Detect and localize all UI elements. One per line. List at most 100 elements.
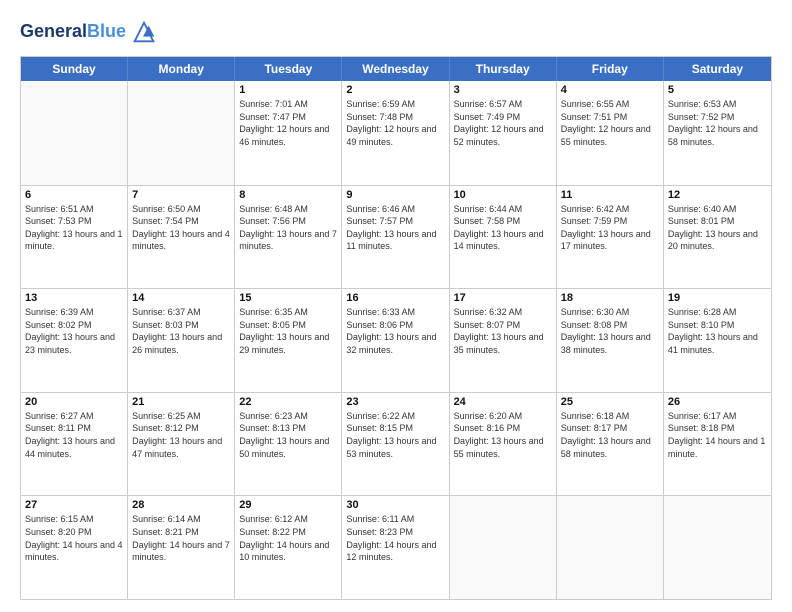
day-info: Sunrise: 6:37 AMSunset: 8:03 PMDaylight:… bbox=[132, 306, 230, 356]
calendar-cell bbox=[664, 496, 771, 599]
calendar-cell: 7 Sunrise: 6:50 AMSunset: 7:54 PMDaylight… bbox=[128, 186, 235, 289]
calendar-cell: 18 Sunrise: 6:30 AMSunset: 8:08 PMDayligh… bbox=[557, 289, 664, 392]
logo-text: GeneralBlue bbox=[20, 22, 126, 42]
day-number: 20 bbox=[25, 396, 123, 408]
calendar-cell: 8Sunrise: 6:48 AMSunset: 7:56 PMDaylight… bbox=[235, 186, 342, 289]
calendar-cell: 2 Sunrise: 6:59 AMSunset: 7:48 PMDaylight… bbox=[342, 81, 449, 185]
day-number: 16 bbox=[346, 292, 444, 304]
calendar-cell: 5 Sunrise: 6:53 AMSunset: 7:52 PMDaylight… bbox=[664, 81, 771, 185]
calendar: SundayMondayTuesdayWednesdayThursdayFrid… bbox=[20, 56, 772, 600]
day-info: Sunrise: 6:14 AMSunset: 8:21 PMDaylight:… bbox=[132, 513, 230, 563]
weekday-header: Sunday bbox=[21, 57, 128, 81]
day-number: 25 bbox=[561, 396, 659, 408]
day-info: Sunrise: 6:25 AMSunset: 8:12 PMDaylight:… bbox=[132, 410, 230, 460]
day-info: Sunrise: 6:53 AMSunset: 7:52 PMDaylight:… bbox=[668, 98, 767, 148]
day-info: Sunrise: 7:01 AMSunset: 7:47 PMDaylight:… bbox=[239, 98, 337, 148]
logo: GeneralBlue bbox=[20, 18, 158, 46]
calendar-row: 13 Sunrise: 6:39 AMSunset: 8:02 PMDayligh… bbox=[21, 288, 771, 392]
day-number: 15 bbox=[239, 292, 337, 304]
calendar-header: SundayMondayTuesdayWednesdayThursdayFrid… bbox=[21, 57, 771, 81]
day-number: 24 bbox=[454, 396, 552, 408]
calendar-cell: 6 Sunrise: 6:51 AMSunset: 7:53 PMDaylight… bbox=[21, 186, 128, 289]
calendar-cell bbox=[128, 81, 235, 185]
day-info: Sunrise: 6:33 AMSunset: 8:06 PMDaylight:… bbox=[346, 306, 444, 356]
calendar-cell: 24 Sunrise: 6:20 AMSunset: 8:16 PMDayligh… bbox=[450, 393, 557, 496]
day-info: Sunrise: 6:48 AMSunset: 7:56 PMDaylight:… bbox=[239, 203, 337, 253]
weekday-header: Friday bbox=[557, 57, 664, 81]
day-number: 3 bbox=[454, 84, 552, 96]
weekday-header: Monday bbox=[128, 57, 235, 81]
day-number: 7 bbox=[132, 189, 230, 201]
calendar-cell: 26 Sunrise: 6:17 AMSunset: 8:18 PMDayligh… bbox=[664, 393, 771, 496]
calendar-cell: 4Sunrise: 6:55 AMSunset: 7:51 PMDaylight… bbox=[557, 81, 664, 185]
day-info: Sunrise: 6:59 AMSunset: 7:48 PMDaylight:… bbox=[346, 98, 444, 148]
day-number: 23 bbox=[346, 396, 444, 408]
day-info: Sunrise: 6:11 AMSunset: 8:23 PMDaylight:… bbox=[346, 513, 444, 563]
day-number: 19 bbox=[668, 292, 767, 304]
calendar-body: 1 Sunrise: 7:01 AMSunset: 7:47 PMDaylight… bbox=[21, 81, 771, 599]
calendar-cell bbox=[21, 81, 128, 185]
calendar-cell: 23 Sunrise: 6:22 AMSunset: 8:15 PMDayligh… bbox=[342, 393, 449, 496]
day-number: 11 bbox=[561, 189, 659, 201]
day-number: 12 bbox=[668, 189, 767, 201]
day-number: 1 bbox=[239, 84, 337, 96]
day-number: 28 bbox=[132, 499, 230, 511]
day-info: Sunrise: 6:32 AMSunset: 8:07 PMDaylight:… bbox=[454, 306, 552, 356]
calendar-cell: 17Sunrise: 6:32 AMSunset: 8:07 PMDayligh… bbox=[450, 289, 557, 392]
day-number: 30 bbox=[346, 499, 444, 511]
day-number: 10 bbox=[454, 189, 552, 201]
day-info: Sunrise: 6:40 AMSunset: 8:01 PMDaylight:… bbox=[668, 203, 767, 253]
day-info: Sunrise: 6:42 AMSunset: 7:59 PMDaylight:… bbox=[561, 203, 659, 253]
day-info: Sunrise: 6:35 AMSunset: 8:05 PMDaylight:… bbox=[239, 306, 337, 356]
calendar-cell: 21 Sunrise: 6:25 AMSunset: 8:12 PMDayligh… bbox=[128, 393, 235, 496]
day-number: 14 bbox=[132, 292, 230, 304]
day-number: 9 bbox=[346, 189, 444, 201]
day-info: Sunrise: 6:27 AMSunset: 8:11 PMDaylight:… bbox=[25, 410, 123, 460]
day-number: 2 bbox=[346, 84, 444, 96]
day-info: Sunrise: 6:51 AMSunset: 7:53 PMDaylight:… bbox=[25, 203, 123, 253]
weekday-header: Wednesday bbox=[342, 57, 449, 81]
day-number: 27 bbox=[25, 499, 123, 511]
calendar-cell: 28 Sunrise: 6:14 AMSunset: 8:21 PMDayligh… bbox=[128, 496, 235, 599]
day-info: Sunrise: 6:17 AMSunset: 8:18 PMDaylight:… bbox=[668, 410, 767, 460]
day-info: Sunrise: 6:15 AMSunset: 8:20 PMDaylight:… bbox=[25, 513, 123, 563]
calendar-row: 27 Sunrise: 6:15 AMSunset: 8:20 PMDayligh… bbox=[21, 495, 771, 599]
day-info: Sunrise: 6:39 AMSunset: 8:02 PMDaylight:… bbox=[25, 306, 123, 356]
day-number: 5 bbox=[668, 84, 767, 96]
day-info: Sunrise: 6:28 AMSunset: 8:10 PMDaylight:… bbox=[668, 306, 767, 356]
day-number: 18 bbox=[561, 292, 659, 304]
calendar-cell: 14 Sunrise: 6:37 AMSunset: 8:03 PMDayligh… bbox=[128, 289, 235, 392]
calendar-cell: 30 Sunrise: 6:11 AMSunset: 8:23 PMDayligh… bbox=[342, 496, 449, 599]
calendar-cell: 29 Sunrise: 6:12 AMSunset: 8:22 PMDayligh… bbox=[235, 496, 342, 599]
calendar-row: 20 Sunrise: 6:27 AMSunset: 8:11 PMDayligh… bbox=[21, 392, 771, 496]
day-number: 21 bbox=[132, 396, 230, 408]
calendar-cell: 19 Sunrise: 6:28 AMSunset: 8:10 PMDayligh… bbox=[664, 289, 771, 392]
header: GeneralBlue bbox=[20, 18, 772, 46]
day-info: Sunrise: 6:44 AMSunset: 7:58 PMDaylight:… bbox=[454, 203, 552, 253]
calendar-row: 1 Sunrise: 7:01 AMSunset: 7:47 PMDaylight… bbox=[21, 81, 771, 185]
calendar-cell: 11 Sunrise: 6:42 AMSunset: 7:59 PMDayligh… bbox=[557, 186, 664, 289]
calendar-cell: 10 Sunrise: 6:44 AMSunset: 7:58 PMDayligh… bbox=[450, 186, 557, 289]
day-info: Sunrise: 6:30 AMSunset: 8:08 PMDaylight:… bbox=[561, 306, 659, 356]
day-info: Sunrise: 6:55 AMSunset: 7:51 PMDaylight:… bbox=[561, 98, 659, 148]
day-number: 13 bbox=[25, 292, 123, 304]
calendar-row: 6 Sunrise: 6:51 AMSunset: 7:53 PMDaylight… bbox=[21, 185, 771, 289]
day-info: Sunrise: 6:50 AMSunset: 7:54 PMDaylight:… bbox=[132, 203, 230, 253]
day-info: Sunrise: 6:20 AMSunset: 8:16 PMDaylight:… bbox=[454, 410, 552, 460]
calendar-cell: 16 Sunrise: 6:33 AMSunset: 8:06 PMDayligh… bbox=[342, 289, 449, 392]
calendar-cell: 12 Sunrise: 6:40 AMSunset: 8:01 PMDayligh… bbox=[664, 186, 771, 289]
day-info: Sunrise: 6:18 AMSunset: 8:17 PMDaylight:… bbox=[561, 410, 659, 460]
day-number: 26 bbox=[668, 396, 767, 408]
calendar-cell bbox=[450, 496, 557, 599]
calendar-cell: 9Sunrise: 6:46 AMSunset: 7:57 PMDaylight… bbox=[342, 186, 449, 289]
logo-icon bbox=[130, 18, 158, 46]
day-info: Sunrise: 6:22 AMSunset: 8:15 PMDaylight:… bbox=[346, 410, 444, 460]
calendar-cell: 3Sunrise: 6:57 AMSunset: 7:49 PMDaylight… bbox=[450, 81, 557, 185]
day-number: 29 bbox=[239, 499, 337, 511]
day-info: Sunrise: 6:12 AMSunset: 8:22 PMDaylight:… bbox=[239, 513, 337, 563]
page: GeneralBlue SundayMondayTuesdayWednesday… bbox=[0, 0, 792, 612]
calendar-cell: 27 Sunrise: 6:15 AMSunset: 8:20 PMDayligh… bbox=[21, 496, 128, 599]
calendar-cell: 1 Sunrise: 7:01 AMSunset: 7:47 PMDaylight… bbox=[235, 81, 342, 185]
day-number: 6 bbox=[25, 189, 123, 201]
calendar-cell: 22Sunrise: 6:23 AMSunset: 8:13 PMDayligh… bbox=[235, 393, 342, 496]
